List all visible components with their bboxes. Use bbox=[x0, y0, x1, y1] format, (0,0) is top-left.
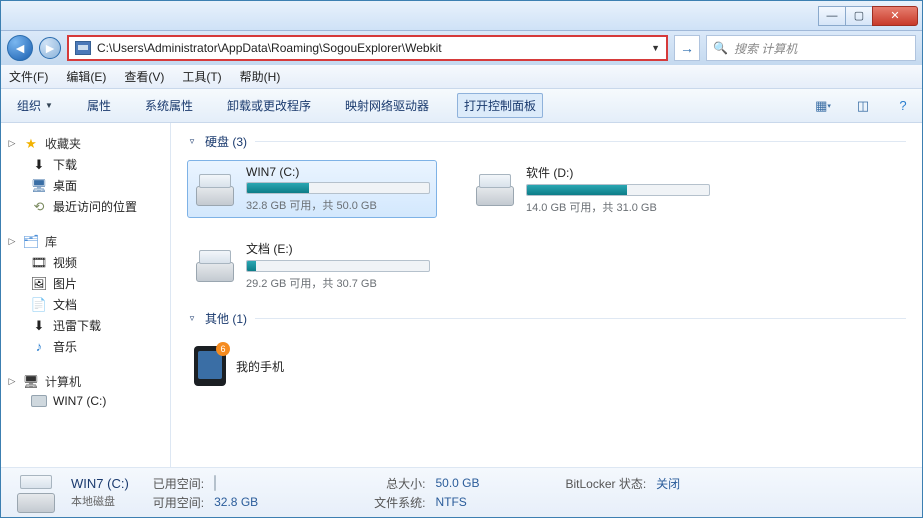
back-button[interactable]: ◄ bbox=[7, 35, 33, 61]
drive-icon bbox=[194, 172, 236, 206]
help-button[interactable]: ? bbox=[894, 98, 912, 114]
picture-icon: 🖼 bbox=[31, 276, 47, 292]
view-icons-button[interactable]: ▦▾ bbox=[814, 98, 832, 114]
search-placeholder: 搜索 计算机 bbox=[734, 40, 797, 57]
music-icon: ♪ bbox=[31, 339, 47, 355]
sys-properties-button[interactable]: 系统属性 bbox=[139, 94, 199, 117]
device-tile[interactable]: 6 我的手机 bbox=[187, 337, 437, 395]
toolbar: 组织▼ 属性 系统属性 卸载或更改程序 映射网络驱动器 打开控制面板 ▦▾ ◫ … bbox=[1, 89, 922, 123]
forward-button[interactable]: ► bbox=[39, 37, 61, 59]
sidebar-libraries-header[interactable]: ▷🗂库 bbox=[1, 231, 170, 252]
menu-edit[interactable]: 编辑(E) bbox=[66, 68, 106, 85]
device-name: 我的手机 bbox=[236, 358, 430, 375]
details-subtitle: 本地磁盘 bbox=[71, 493, 129, 509]
drive-name: 文档 (E:) bbox=[246, 240, 430, 257]
sidebar-item-desktop[interactable]: 🖥桌面 bbox=[1, 175, 170, 196]
drive-name: WIN7 (C:) bbox=[246, 165, 430, 179]
sidebar-item-xunlei[interactable]: ⬇迅雷下载 bbox=[1, 315, 170, 336]
address-dropdown-icon[interactable]: ▼ bbox=[651, 43, 660, 53]
drive-icon bbox=[194, 248, 236, 282]
video-icon: 🎞 bbox=[31, 255, 47, 271]
details-used-label: 已用空间: bbox=[153, 475, 204, 492]
search-box[interactable]: 🔍 搜索 计算机 bbox=[706, 35, 916, 61]
menu-file[interactable]: 文件(F) bbox=[9, 68, 48, 85]
drive-stat: 29.2 GB 可用，共 30.7 GB bbox=[246, 275, 430, 291]
menu-help[interactable]: 帮助(H) bbox=[240, 68, 281, 85]
go-button[interactable]: → bbox=[674, 35, 700, 61]
drive-icon bbox=[31, 395, 47, 407]
phone-icon: 6 bbox=[194, 346, 226, 386]
computer-icon bbox=[75, 41, 91, 55]
search-icon: 🔍 bbox=[713, 41, 728, 55]
properties-button[interactable]: 属性 bbox=[81, 94, 117, 117]
library-icon: 🗂 bbox=[23, 234, 39, 250]
details-pane: WIN7 (C:) 本地磁盘 已用空间: 总大小: 50.0 GB BitLoc… bbox=[1, 467, 922, 517]
map-drive-button[interactable]: 映射网络驱动器 bbox=[339, 94, 435, 117]
section-hdd-header[interactable]: ▿硬盘 (3) bbox=[187, 133, 906, 150]
navigation-pane: ▷★收藏夹 ⬇下载 🖥桌面 ⟲最近访问的位置 ▷🗂库 🎞视频 🖼图片 📄文档 ⬇… bbox=[1, 123, 171, 467]
notification-badge: 6 bbox=[216, 342, 230, 356]
usage-bar bbox=[246, 260, 430, 272]
maximize-button[interactable]: ▢ bbox=[845, 6, 873, 26]
details-avail-label: 可用空间: bbox=[153, 494, 204, 511]
sidebar-item-win7[interactable]: WIN7 (C:) bbox=[1, 392, 170, 410]
usage-bar bbox=[246, 182, 430, 194]
computer-icon: 🖥 bbox=[23, 374, 39, 390]
document-icon: 📄 bbox=[31, 297, 47, 313]
minimize-button[interactable]: — bbox=[818, 6, 846, 26]
title-bar: — ▢ ✕ bbox=[1, 1, 922, 31]
sidebar-item-downloads[interactable]: ⬇下载 bbox=[1, 154, 170, 175]
sidebar-item-videos[interactable]: 🎞视频 bbox=[1, 252, 170, 273]
address-input-container[interactable]: C:\Users\Administrator\AppData\Roaming\S… bbox=[67, 35, 668, 61]
download-icon: ⬇ bbox=[31, 157, 47, 173]
menu-bar: 文件(F) 编辑(E) 查看(V) 工具(T) 帮助(H) bbox=[1, 65, 922, 89]
organize-button[interactable]: 组织▼ bbox=[11, 94, 59, 117]
menu-view[interactable]: 查看(V) bbox=[124, 68, 164, 85]
section-other-header[interactable]: ▿其他 (1) bbox=[187, 310, 906, 327]
sidebar-favorites-header[interactable]: ▷★收藏夹 bbox=[1, 133, 170, 154]
address-path: C:\Users\Administrator\AppData\Roaming\S… bbox=[97, 41, 645, 55]
xunlei-icon: ⬇ bbox=[31, 318, 47, 334]
control-panel-button[interactable]: 打开控制面板 bbox=[457, 93, 543, 118]
drive-tile[interactable]: 文档 (E:) 29.2 GB 可用，共 30.7 GB bbox=[187, 236, 437, 294]
sidebar-item-recent[interactable]: ⟲最近访问的位置 bbox=[1, 196, 170, 217]
details-fs-label: 文件系统: bbox=[374, 494, 425, 511]
drive-name: 软件 (D:) bbox=[526, 164, 710, 181]
address-bar: ◄ ► C:\Users\Administrator\AppData\Roami… bbox=[1, 31, 922, 65]
desktop-icon: 🖥 bbox=[31, 178, 47, 194]
sidebar-computer-header[interactable]: ▷🖥计算机 bbox=[1, 371, 170, 392]
details-avail-value: 32.8 GB bbox=[214, 495, 364, 509]
drive-tile[interactable]: WIN7 (C:) 32.8 GB 可用，共 50.0 GB bbox=[187, 160, 437, 218]
menu-tools[interactable]: 工具(T) bbox=[182, 68, 221, 85]
drive-stat: 32.8 GB 可用，共 50.0 GB bbox=[246, 197, 430, 213]
usage-bar bbox=[526, 184, 710, 196]
details-bitlocker-value: 关闭 bbox=[656, 475, 756, 492]
sidebar-item-pictures[interactable]: 🖼图片 bbox=[1, 273, 170, 294]
uninstall-button[interactable]: 卸载或更改程序 bbox=[221, 94, 317, 117]
details-fs-value: NTFS bbox=[435, 495, 555, 509]
close-button[interactable]: ✕ bbox=[872, 6, 918, 26]
preview-pane-button[interactable]: ◫ bbox=[854, 98, 872, 114]
sidebar-item-documents[interactable]: 📄文档 bbox=[1, 294, 170, 315]
drive-icon bbox=[11, 473, 61, 513]
details-total-label: 总大小: bbox=[374, 475, 425, 492]
drive-stat: 14.0 GB 可用，共 31.0 GB bbox=[526, 199, 710, 215]
details-bitlocker-label: BitLocker 状态: bbox=[565, 475, 646, 492]
sidebar-item-music[interactable]: ♪音乐 bbox=[1, 336, 170, 357]
content-area: ▿硬盘 (3) WIN7 (C:) 32.8 GB 可用，共 50.0 GB 软件 … bbox=[171, 123, 922, 467]
details-total-value: 50.0 GB bbox=[435, 476, 555, 490]
drive-tile[interactable]: 软件 (D:) 14.0 GB 可用，共 31.0 GB bbox=[467, 160, 717, 218]
details-title: WIN7 (C:) bbox=[71, 476, 129, 491]
drive-icon bbox=[474, 172, 516, 206]
details-used-bar bbox=[214, 476, 364, 490]
star-icon: ★ bbox=[23, 136, 39, 152]
recent-icon: ⟲ bbox=[31, 199, 47, 215]
